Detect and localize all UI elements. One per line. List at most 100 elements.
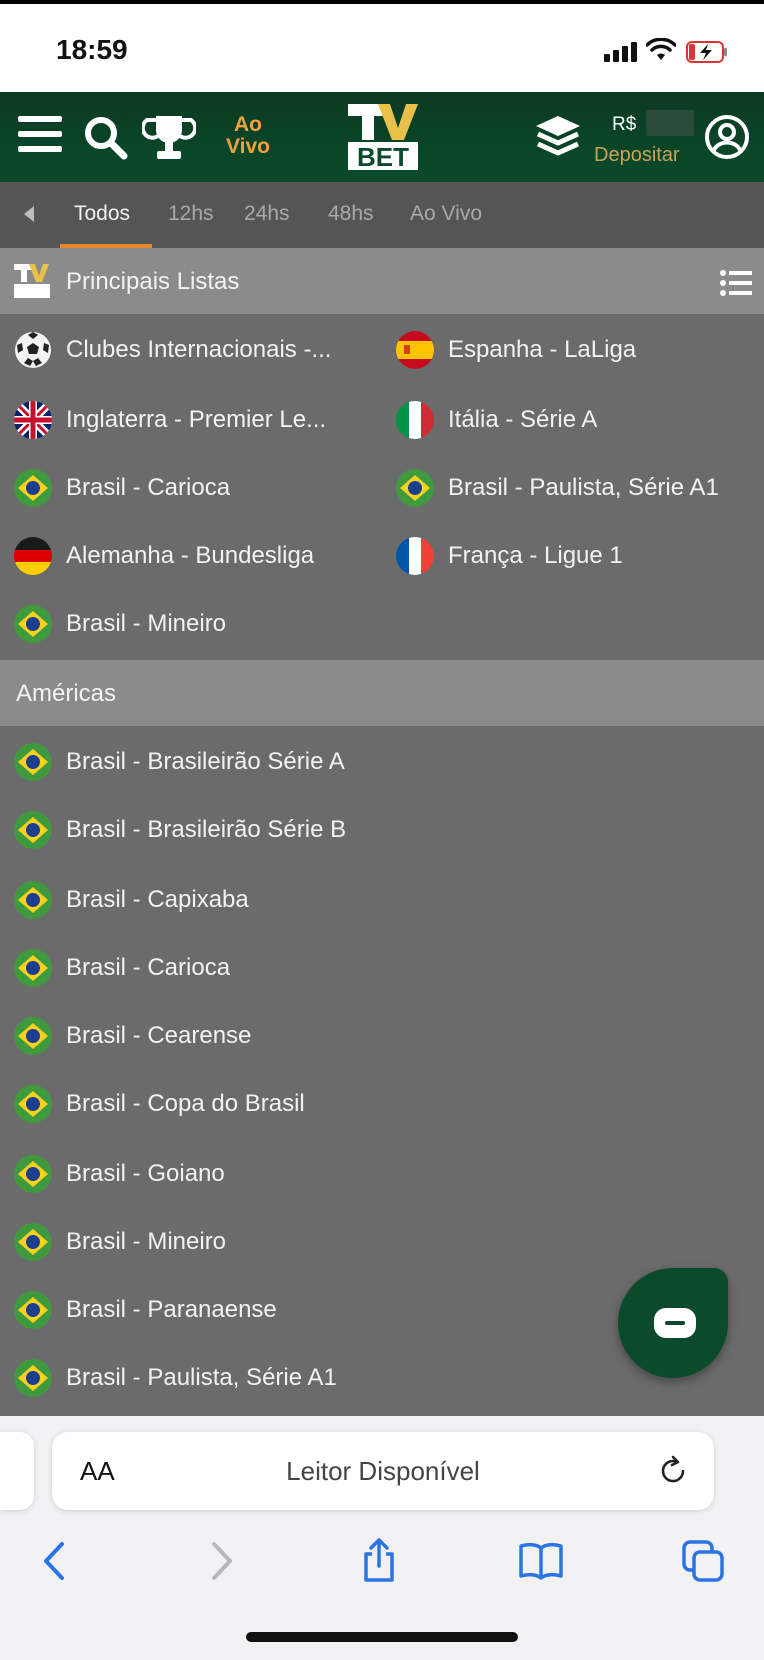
list-item-label: Brasil - Cearense <box>66 1022 252 1049</box>
cellular-signal-icon <box>604 42 637 62</box>
wifi-icon <box>646 38 676 60</box>
germany-flag-icon <box>14 537 52 575</box>
trophy-icon[interactable] <box>142 112 196 162</box>
brazil-flag-icon <box>14 949 52 987</box>
list-item[interactable]: Brasil - Capixaba <box>14 874 714 926</box>
user-account-icon[interactable] <box>704 114 750 160</box>
list-item-label: Inglaterra - Premier Le... <box>66 406 327 433</box>
balance-currency: R$ <box>612 114 637 135</box>
brazil-flag-icon <box>396 469 434 507</box>
americas-header: Américas <box>0 660 764 726</box>
bookmarks-icon[interactable] <box>516 1536 566 1586</box>
reader-available-text: Leitor Disponível <box>286 1456 480 1486</box>
tab-48hs[interactable]: 48hs <box>328 202 374 226</box>
list-item-label: Brasil - Copa do Brasil <box>66 1090 305 1117</box>
list-item-label: Brasil - Capixaba <box>66 886 249 913</box>
live-nav-button[interactable]: Ao Vivo <box>218 114 278 158</box>
list-view-icon[interactable] <box>720 270 752 296</box>
list-item-label: Brasil - Brasileirão Série B <box>66 816 347 843</box>
brazil-flag-icon <box>14 1085 52 1123</box>
brazil-flag-icon <box>14 1155 52 1193</box>
list-item-label: Brasil - Mineiro <box>66 610 227 637</box>
brazil-flag-icon <box>14 881 52 919</box>
tab-12hs[interactable]: 12hs <box>168 202 214 226</box>
previous-tab-preview[interactable] <box>0 1432 34 1510</box>
list-item[interactable]: Espanha - LaLiga <box>396 324 756 376</box>
list-item-label: Espanha - LaLiga <box>448 336 637 363</box>
brazil-flag-icon <box>14 1291 52 1329</box>
logo-text: BET <box>357 142 409 170</box>
search-icon[interactable] <box>82 114 128 160</box>
tab-ao-vivo[interactable]: Ao Vivo <box>410 202 482 226</box>
list-item-label: Brasil - Goiano <box>66 1160 225 1187</box>
list-item[interactable]: Brasil - Cearense <box>14 1010 714 1062</box>
brazil-flag-icon <box>14 1359 52 1397</box>
deposit-button[interactable]: Depositar <box>594 144 680 167</box>
address-bar[interactable]: AA Leitor Disponível <box>52 1432 714 1510</box>
brazil-flag-icon <box>14 605 52 643</box>
chat-bubble-icon <box>654 1308 696 1338</box>
balance-hidden <box>646 110 694 136</box>
list-item[interactable]: Brasil - Mineiro <box>14 598 374 650</box>
list-item[interactable]: Brasil - Brasileirão Série B <box>14 804 714 856</box>
france-flag-icon <box>396 537 434 575</box>
americas-title: Américas <box>16 680 117 707</box>
status-time: 18:59 <box>56 34 128 65</box>
share-icon[interactable] <box>354 1536 404 1586</box>
uk-flag-icon <box>14 401 52 439</box>
list-item-label: Brasil - Carioca <box>66 954 231 981</box>
battery-charging-icon <box>686 41 727 63</box>
brazil-flag-icon <box>14 1223 52 1261</box>
spain-flag-icon <box>396 331 434 369</box>
tvbet-logo[interactable]: BET <box>348 104 418 170</box>
list-item[interactable]: França - Ligue 1 <box>396 530 756 582</box>
list-item[interactable]: Brasil - Goiano <box>14 1148 714 1200</box>
list-item[interactable]: Brasil - Paulista, Série A1 <box>14 1352 574 1404</box>
list-item[interactable]: Clubes Internacionais -... <box>14 324 374 376</box>
main-lists-header: Principais Listas <box>0 248 764 314</box>
list-item-label: Alemanha - Bundesliga <box>66 542 315 569</box>
forward-arrow-icon[interactable] <box>196 1536 246 1586</box>
list-item-label: Brasil - Paranaense <box>66 1296 277 1323</box>
brazil-flag-icon <box>14 743 52 781</box>
tab-todos[interactable]: Todos <box>74 202 130 226</box>
reload-icon[interactable] <box>656 1454 690 1488</box>
home-indicator <box>246 1632 518 1642</box>
list-item-label: Brasil - Brasileirão Série A <box>66 748 345 775</box>
browser-toolbar: AA Leitor Disponível <box>0 1416 764 1660</box>
main-lists-title: Principais Listas <box>66 268 240 295</box>
list-item[interactable]: Brasil - Carioca <box>14 942 714 994</box>
list-item[interactable]: Brasil - Brasileirão Série A <box>14 736 714 788</box>
list-item-label: Clubes Internacionais -... <box>66 336 332 363</box>
list-item[interactable]: Brasil - Mineiro <box>14 1216 714 1268</box>
time-filter-tabs: Todos 12hs 24hs 48hs Ao Vivo <box>0 182 764 248</box>
tabs-scroll-left-icon[interactable] <box>24 206 34 222</box>
brazil-flag-icon <box>14 469 52 507</box>
list-item[interactable]: Inglaterra - Premier Le... <box>14 394 374 446</box>
list-item-label: Itália - Série A <box>448 406 598 433</box>
menu-icon[interactable] <box>18 116 62 156</box>
list-item[interactable]: Itália - Série A <box>396 394 756 446</box>
list-item-label: Brasil - Paulista, Série A1 <box>448 474 719 501</box>
brazil-flag-icon <box>14 811 52 849</box>
list-item[interactable]: Brasil - Carioca <box>14 462 374 514</box>
tabs-icon[interactable] <box>678 1536 728 1586</box>
list-item[interactable]: Brasil - Paranaense <box>14 1284 574 1336</box>
chat-button[interactable] <box>618 1268 728 1378</box>
list-item[interactable]: Brasil - Paulista, Série A1 <box>396 462 760 514</box>
list-item-label: França - Ligue 1 <box>448 542 623 569</box>
list-item[interactable]: Alemanha - Bundesliga <box>14 530 374 582</box>
list-item-label: Brasil - Mineiro <box>66 1228 227 1255</box>
brazil-flag-icon <box>14 1017 52 1055</box>
tvbet-mini-logo <box>14 264 50 298</box>
italy-flag-icon <box>396 401 434 439</box>
app-header: Ao Vivo BET R$ Depositar <box>0 92 764 182</box>
list-item-label: Brasil - Carioca <box>66 474 231 501</box>
list-item-label: Brasil - Paulista, Série A1 <box>66 1364 337 1391</box>
soccer-ball-icon <box>14 331 52 369</box>
tab-24hs[interactable]: 24hs <box>244 202 290 226</box>
status-bar: 18:59 <box>0 0 764 92</box>
layers-icon[interactable] <box>532 112 584 162</box>
back-arrow-icon[interactable] <box>30 1536 80 1586</box>
list-item[interactable]: Brasil - Copa do Brasil <box>14 1078 714 1130</box>
